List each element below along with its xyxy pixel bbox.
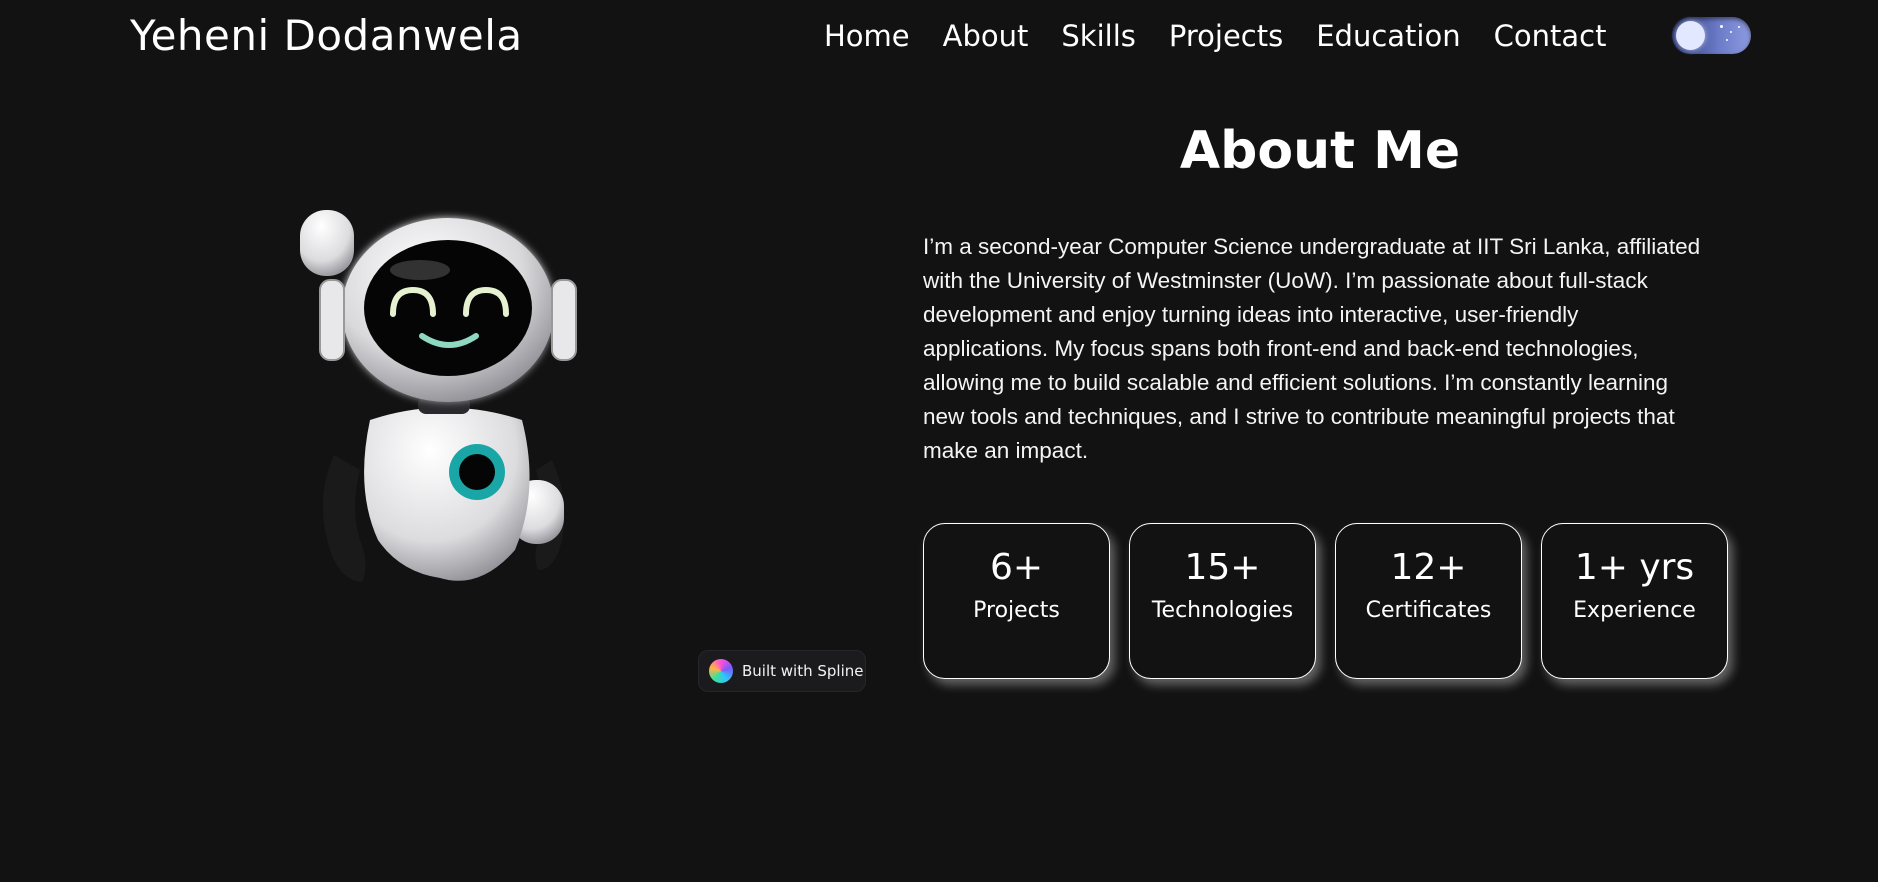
main-nav: Home About Skills Projects Education Con… <box>824 14 1606 58</box>
spline-logo-icon <box>709 659 733 683</box>
stat-label: Projects <box>973 598 1060 623</box>
nav-projects[interactable]: Projects <box>1169 14 1283 58</box>
stat-value: 6+ <box>989 547 1044 588</box>
nav-education[interactable]: Education <box>1316 14 1460 58</box>
toggle-knob <box>1676 21 1705 50</box>
stat-value: 1+ yrs <box>1574 547 1695 588</box>
stat-label: Experience <box>1573 598 1696 623</box>
built-with-spline-badge[interactable]: Built with Spline <box>698 650 866 692</box>
stat-card-technologies: 15+ Technologies <box>1129 523 1316 679</box>
built-with-spline-label: Built with Spline <box>742 662 864 680</box>
nav-about[interactable]: About <box>943 14 1029 58</box>
nav-home[interactable]: Home <box>824 14 910 58</box>
stat-label: Certificates <box>1365 598 1492 623</box>
nav-skills[interactable]: Skills <box>1061 14 1135 58</box>
stats-row: 6+ Projects 15+ Technologies 12+ Certifi… <box>923 523 1728 679</box>
about-title: About Me <box>1179 121 1461 181</box>
portfolio-page: Yeheni Dodanwela Home About Skills Proje… <box>0 0 1878 882</box>
stat-value: 15+ <box>1184 547 1261 588</box>
theme-toggle[interactable] <box>1672 17 1751 54</box>
stat-card-certificates: 12+ Certificates <box>1335 523 1522 679</box>
stat-card-experience: 1+ yrs Experience <box>1541 523 1728 679</box>
site-brand[interactable]: Yeheni Dodanwela <box>130 10 523 62</box>
stat-label: Technologies <box>1151 598 1294 623</box>
stat-card-projects: 6+ Projects <box>923 523 1110 679</box>
about-description: I’m a second-year Computer Science under… <box>923 234 1701 463</box>
stat-value: 12+ <box>1390 547 1467 588</box>
robot-icon <box>300 210 577 582</box>
robot-illustration[interactable] <box>300 210 590 620</box>
nav-contact[interactable]: Contact <box>1494 14 1607 58</box>
